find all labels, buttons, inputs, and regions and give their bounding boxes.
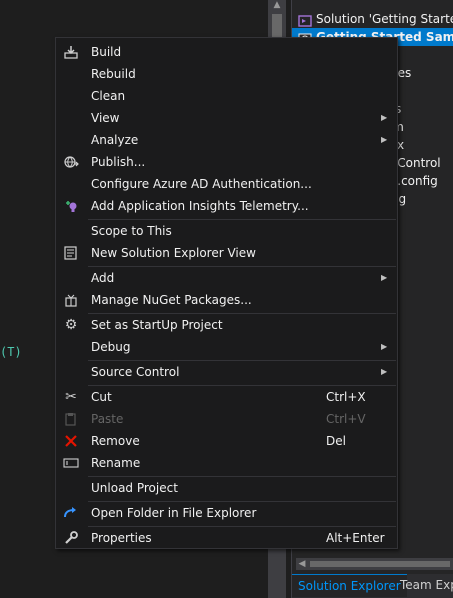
submenu-arrow-icon: ▶ xyxy=(381,273,388,282)
app-insights-icon xyxy=(63,199,79,213)
menu-item-cut[interactable]: ✂ Cut Ctrl+X xyxy=(56,386,397,408)
menu-item-label: Unload Project xyxy=(91,481,178,495)
menu-item-label: Rebuild xyxy=(91,67,136,81)
menu-item-rename[interactable]: Rename xyxy=(56,452,397,474)
menu-item-label: Source Control xyxy=(91,365,180,379)
menu-item-scope-to-this[interactable]: Scope to This xyxy=(56,220,397,242)
menu-item-label: Open Folder in File Explorer xyxy=(91,506,257,520)
scroll-up-arrow-icon[interactable]: ▲ xyxy=(272,0,282,10)
build-icon xyxy=(63,45,79,59)
paste-icon xyxy=(63,412,79,426)
menu-item-unload-project[interactable]: Unload Project xyxy=(56,477,397,499)
menu-item-source-control[interactable]: Source Control ▶ xyxy=(56,361,397,383)
menu-item-build[interactable]: Build xyxy=(56,41,397,63)
menu-item-label: Build xyxy=(91,45,122,59)
shortcut-label: Ctrl+X xyxy=(326,390,366,404)
scroll-left-arrow-icon[interactable]: ◀ xyxy=(296,558,308,570)
menu-item-label: Rename xyxy=(91,456,141,470)
new-view-icon xyxy=(63,246,79,260)
menu-item-analyze[interactable]: Analyze ▶ xyxy=(56,129,397,151)
menu-item-label: Properties xyxy=(91,531,152,545)
panel-tab-strip: Solution Explorer Team Explo xyxy=(292,574,453,598)
shortcut-label: Ctrl+V xyxy=(326,412,366,426)
menu-item-label: Publish... xyxy=(91,155,146,169)
menu-item-label: Set as StartUp Project xyxy=(91,318,223,332)
submenu-arrow-icon: ▶ xyxy=(381,113,388,122)
menu-item-manage-nuget[interactable]: Manage NuGet Packages... xyxy=(56,289,397,311)
menu-item-clean[interactable]: Clean xyxy=(56,85,397,107)
menu-item-debug[interactable]: Debug ▶ xyxy=(56,336,397,358)
context-menu: Build Rebuild Clean View ▶ Analyze ▶ Pub… xyxy=(55,37,398,549)
tree-row-label: Solution 'Getting Started xyxy=(316,12,453,26)
menu-item-label: Scope to This xyxy=(91,224,172,238)
horizontal-scrollbar[interactable]: ◀ xyxy=(296,558,453,570)
menu-item-label: Remove xyxy=(91,434,140,448)
publish-globe-icon xyxy=(63,155,79,169)
menu-item-label: Add xyxy=(91,271,115,285)
menu-item-new-solution-explorer-view[interactable]: New Solution Explorer View xyxy=(56,242,397,264)
scrollbar-thumb[interactable] xyxy=(310,561,450,567)
gear-icon: ⚙ xyxy=(64,317,78,333)
shortcut-label: Del xyxy=(326,434,346,448)
submenu-arrow-icon: ▶ xyxy=(381,342,388,351)
menu-item-label: New Solution Explorer View xyxy=(91,246,256,260)
submenu-arrow-icon: ▶ xyxy=(381,135,388,144)
menu-item-add[interactable]: Add ▶ xyxy=(56,267,397,289)
menu-item-open-folder[interactable]: Open Folder in File Explorer xyxy=(56,502,397,524)
tab-team-explorer[interactable]: Team Explo xyxy=(394,574,453,596)
tree-row-solution[interactable]: Solution 'Getting Started xyxy=(292,10,453,28)
menu-item-set-startup-project[interactable]: ⚙ Set as StartUp Project xyxy=(56,314,397,336)
menu-item-label: Manage NuGet Packages... xyxy=(91,293,252,307)
open-folder-arrow-icon xyxy=(63,506,79,520)
menu-item-label: Add Application Insights Telemetry... xyxy=(91,199,309,213)
remove-x-icon xyxy=(63,434,79,448)
nuget-icon xyxy=(63,293,79,307)
menu-item-label: Configure Azure AD Authentication... xyxy=(91,177,312,191)
menu-item-publish[interactable]: Publish... xyxy=(56,151,397,173)
menu-item-label: Clean xyxy=(91,89,126,103)
menu-item-rebuild[interactable]: Rebuild xyxy=(56,63,397,85)
menu-item-label: Paste xyxy=(91,412,124,426)
solution-icon xyxy=(298,14,312,27)
menu-item-properties[interactable]: Properties Alt+Enter xyxy=(56,527,397,549)
menu-item-label: View xyxy=(91,111,120,125)
menu-item-paste[interactable]: Paste Ctrl+V xyxy=(56,408,397,430)
rename-icon xyxy=(63,456,79,470)
menu-item-remove[interactable]: Remove Del xyxy=(56,430,397,452)
shortcut-label: Alt+Enter xyxy=(326,531,385,545)
wrench-icon xyxy=(63,531,79,545)
menu-item-add-app-insights[interactable]: Add Application Insights Telemetry... xyxy=(56,195,397,217)
menu-item-label: Cut xyxy=(91,390,112,404)
submenu-arrow-icon: ▶ xyxy=(381,367,388,376)
menu-item-configure-azure-ad[interactable]: Configure Azure AD Authentication... xyxy=(56,173,397,195)
menu-item-label: Analyze xyxy=(91,133,139,147)
menu-item-view[interactable]: View ▶ xyxy=(56,107,397,129)
code-fragment: (T) xyxy=(0,345,22,359)
scissors-icon: ✂ xyxy=(65,389,77,405)
tab-solution-explorer[interactable]: Solution Explorer xyxy=(292,574,407,597)
menu-item-label: Debug xyxy=(91,340,131,354)
